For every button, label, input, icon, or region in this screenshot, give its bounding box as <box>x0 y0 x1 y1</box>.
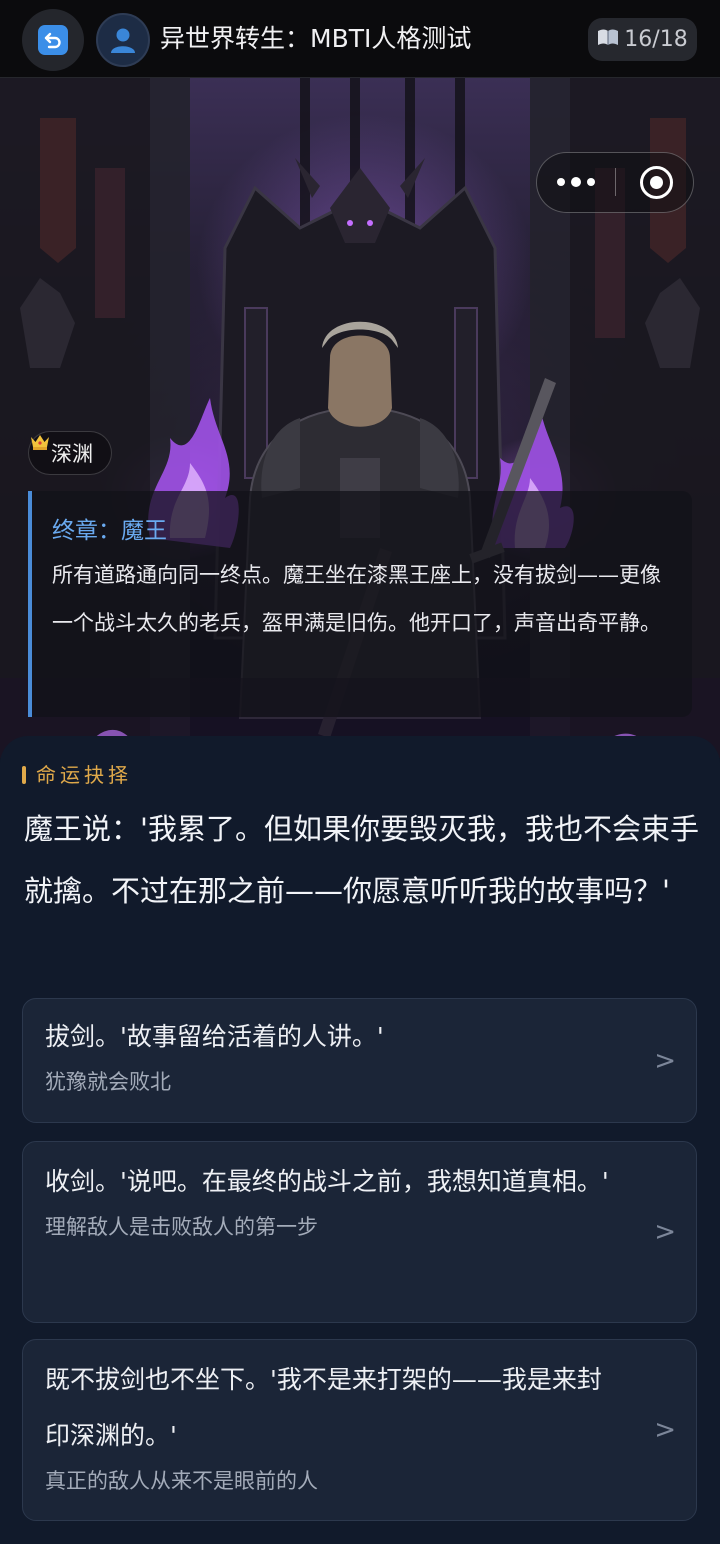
chevron-right-icon: > <box>654 1045 676 1076</box>
option-hint: 犹豫就会败北 <box>45 1070 171 1094</box>
option-3[interactable]: 既不拔剑也不坐下。'我不是来打架的——我是来封印深渊的。' 真正的敌人从来不是眼… <box>22 1339 697 1521</box>
return-icon <box>38 25 68 55</box>
target-icon <box>650 176 663 189</box>
miniprogram-capsule <box>536 152 694 213</box>
chevron-right-icon: > <box>654 1217 676 1247</box>
choice-panel: 命运抉择 魔王说：'我累了。但如果你要毁灭我，我也不会束手就擒。不过在那之前——… <box>0 736 720 1544</box>
more-button[interactable] <box>537 153 615 211</box>
app-title: 异世界转生：MBTI人格测试 <box>160 24 472 53</box>
progress-count: 16/18 <box>624 27 688 52</box>
user-icon <box>111 28 135 53</box>
back-button[interactable] <box>22 9 84 71</box>
option-2[interactable]: 收剑。'说吧。在最终的战斗之前，我想知道真相。' 理解敌人是击败敌人的第一步 > <box>22 1141 697 1323</box>
more-dots-icon <box>557 178 565 186</box>
realm-name: 深渊 <box>51 442 93 466</box>
chevron-right-icon: > <box>654 1415 676 1445</box>
open-book-icon <box>597 27 619 52</box>
option-text: 收剑。'说吧。在最终的战斗之前，我想知道真相。' <box>45 1167 609 1196</box>
chapter-title: 终章：魔王 <box>52 518 167 544</box>
scene-image: 深渊 终章：魔王 所有道路通向同一终点。魔王坐在漆黑王座上，没有拔剑——更像一个… <box>0 78 720 758</box>
option-text: 拔剑。'故事留给活着的人讲。' <box>45 1022 384 1051</box>
section-label: 命运抉择 <box>22 762 132 788</box>
progress-badge: 16/18 <box>588 18 697 61</box>
option-text: 既不拔剑也不坐下。'我不是来打架的——我是来封印深渊的。' <box>45 1365 602 1450</box>
chapter-narration: 终章：魔王 所有道路通向同一终点。魔王坐在漆黑王座上，没有拔剑——更像一个战斗太… <box>28 491 692 717</box>
option-hint: 理解敌人是击败敌人的第一步 <box>45 1215 318 1239</box>
chapter-text: 所有道路通向同一终点。魔王坐在漆黑王座上，没有拔剑——更像一个战斗太久的老兵，盔… <box>52 563 661 635</box>
realm-badge: 深渊 <box>28 431 112 475</box>
option-1[interactable]: 拔剑。'故事留给活着的人讲。' 犹豫就会败北 > <box>22 998 697 1123</box>
top-bar: 异世界转生：MBTI人格测试 16/18 <box>0 0 720 78</box>
question-text: 魔王说：'我累了。但如果你要毁灭我，我也不会束手就擒。不过在那之前——你愿意听听… <box>24 812 699 908</box>
quiz-page: 异世界转生：MBTI人格测试 16/18 深渊 终章：魔王 所有道路通向同一终点… <box>0 0 720 1544</box>
option-hint: 真正的敌人从来不是眼前的人 <box>45 1469 318 1493</box>
avatar[interactable] <box>96 13 150 67</box>
close-miniprogram-button[interactable] <box>640 166 673 199</box>
